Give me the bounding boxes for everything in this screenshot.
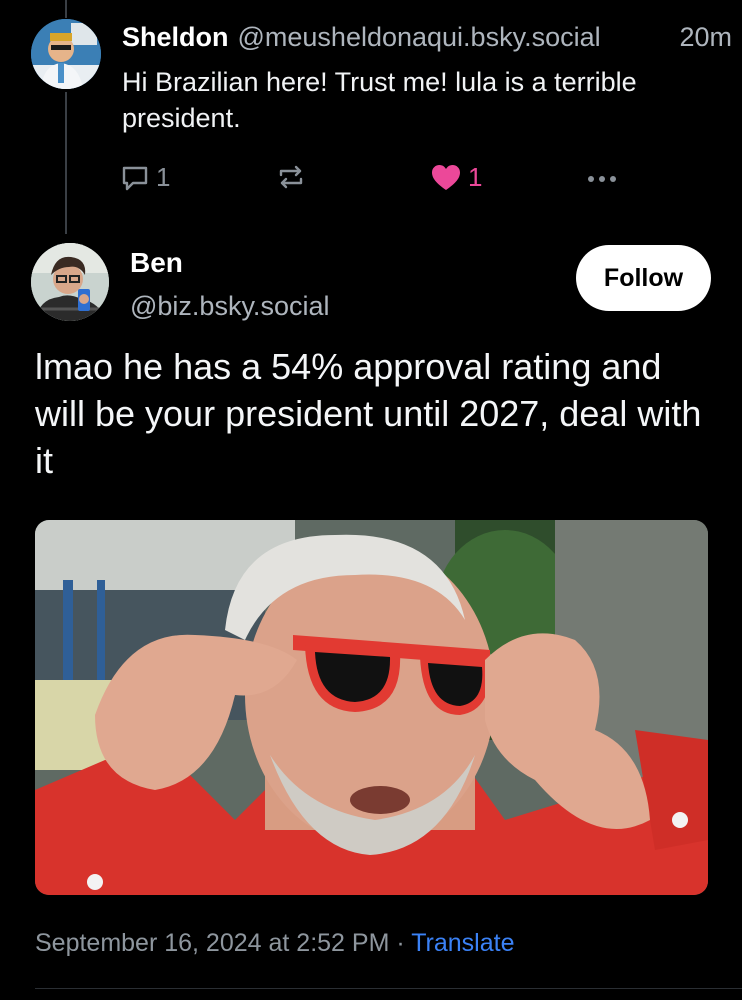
repost-button[interactable]	[275, 162, 307, 192]
parent-post-header: Sheldon @meusheldonaqui.bsky.social 20m	[122, 22, 732, 53]
parent-post-actions: 1 1	[120, 162, 620, 198]
repost-icon	[275, 162, 307, 192]
reply-button[interactable]: 1	[120, 162, 170, 193]
follow-button[interactable]: Follow	[576, 245, 711, 311]
main-author-handle[interactable]: @biz.bsky.social	[130, 291, 329, 322]
sheldon-avatar[interactable]	[31, 19, 101, 89]
main-post-text: lmao he has a 54% approval rating and wi…	[35, 346, 702, 481]
parent-post-time[interactable]: 20m	[679, 22, 732, 53]
parent-post-text: Hi Brazilian here! Trust me! lula is a t…	[122, 67, 637, 133]
divider	[35, 988, 742, 989]
more-icon	[585, 164, 619, 194]
like-count: 1	[468, 162, 483, 192]
parent-author-handle[interactable]: @meusheldonaqui.bsky.social	[238, 22, 601, 53]
reply-count: 1	[156, 162, 171, 192]
timestamp-row: September 16, 2024 at 2:52 PM · Translat…	[35, 929, 514, 958]
parent-author-name[interactable]: Sheldon	[122, 22, 229, 53]
heart-icon	[430, 163, 462, 193]
post-timestamp[interactable]: September 16, 2024 at 2:52 PM	[35, 929, 389, 957]
reply-icon	[120, 163, 150, 193]
thread-line-top	[65, 0, 67, 18]
separator-dot: ·	[396, 929, 405, 957]
translate-link[interactable]: Translate	[411, 929, 514, 957]
main-author-name[interactable]: Ben	[130, 247, 183, 279]
post-image[interactable]	[35, 520, 708, 895]
ben-avatar[interactable]	[31, 243, 109, 321]
more-options-button[interactable]	[585, 164, 619, 194]
like-button[interactable]: 1	[430, 162, 482, 193]
thread-line	[65, 92, 67, 234]
